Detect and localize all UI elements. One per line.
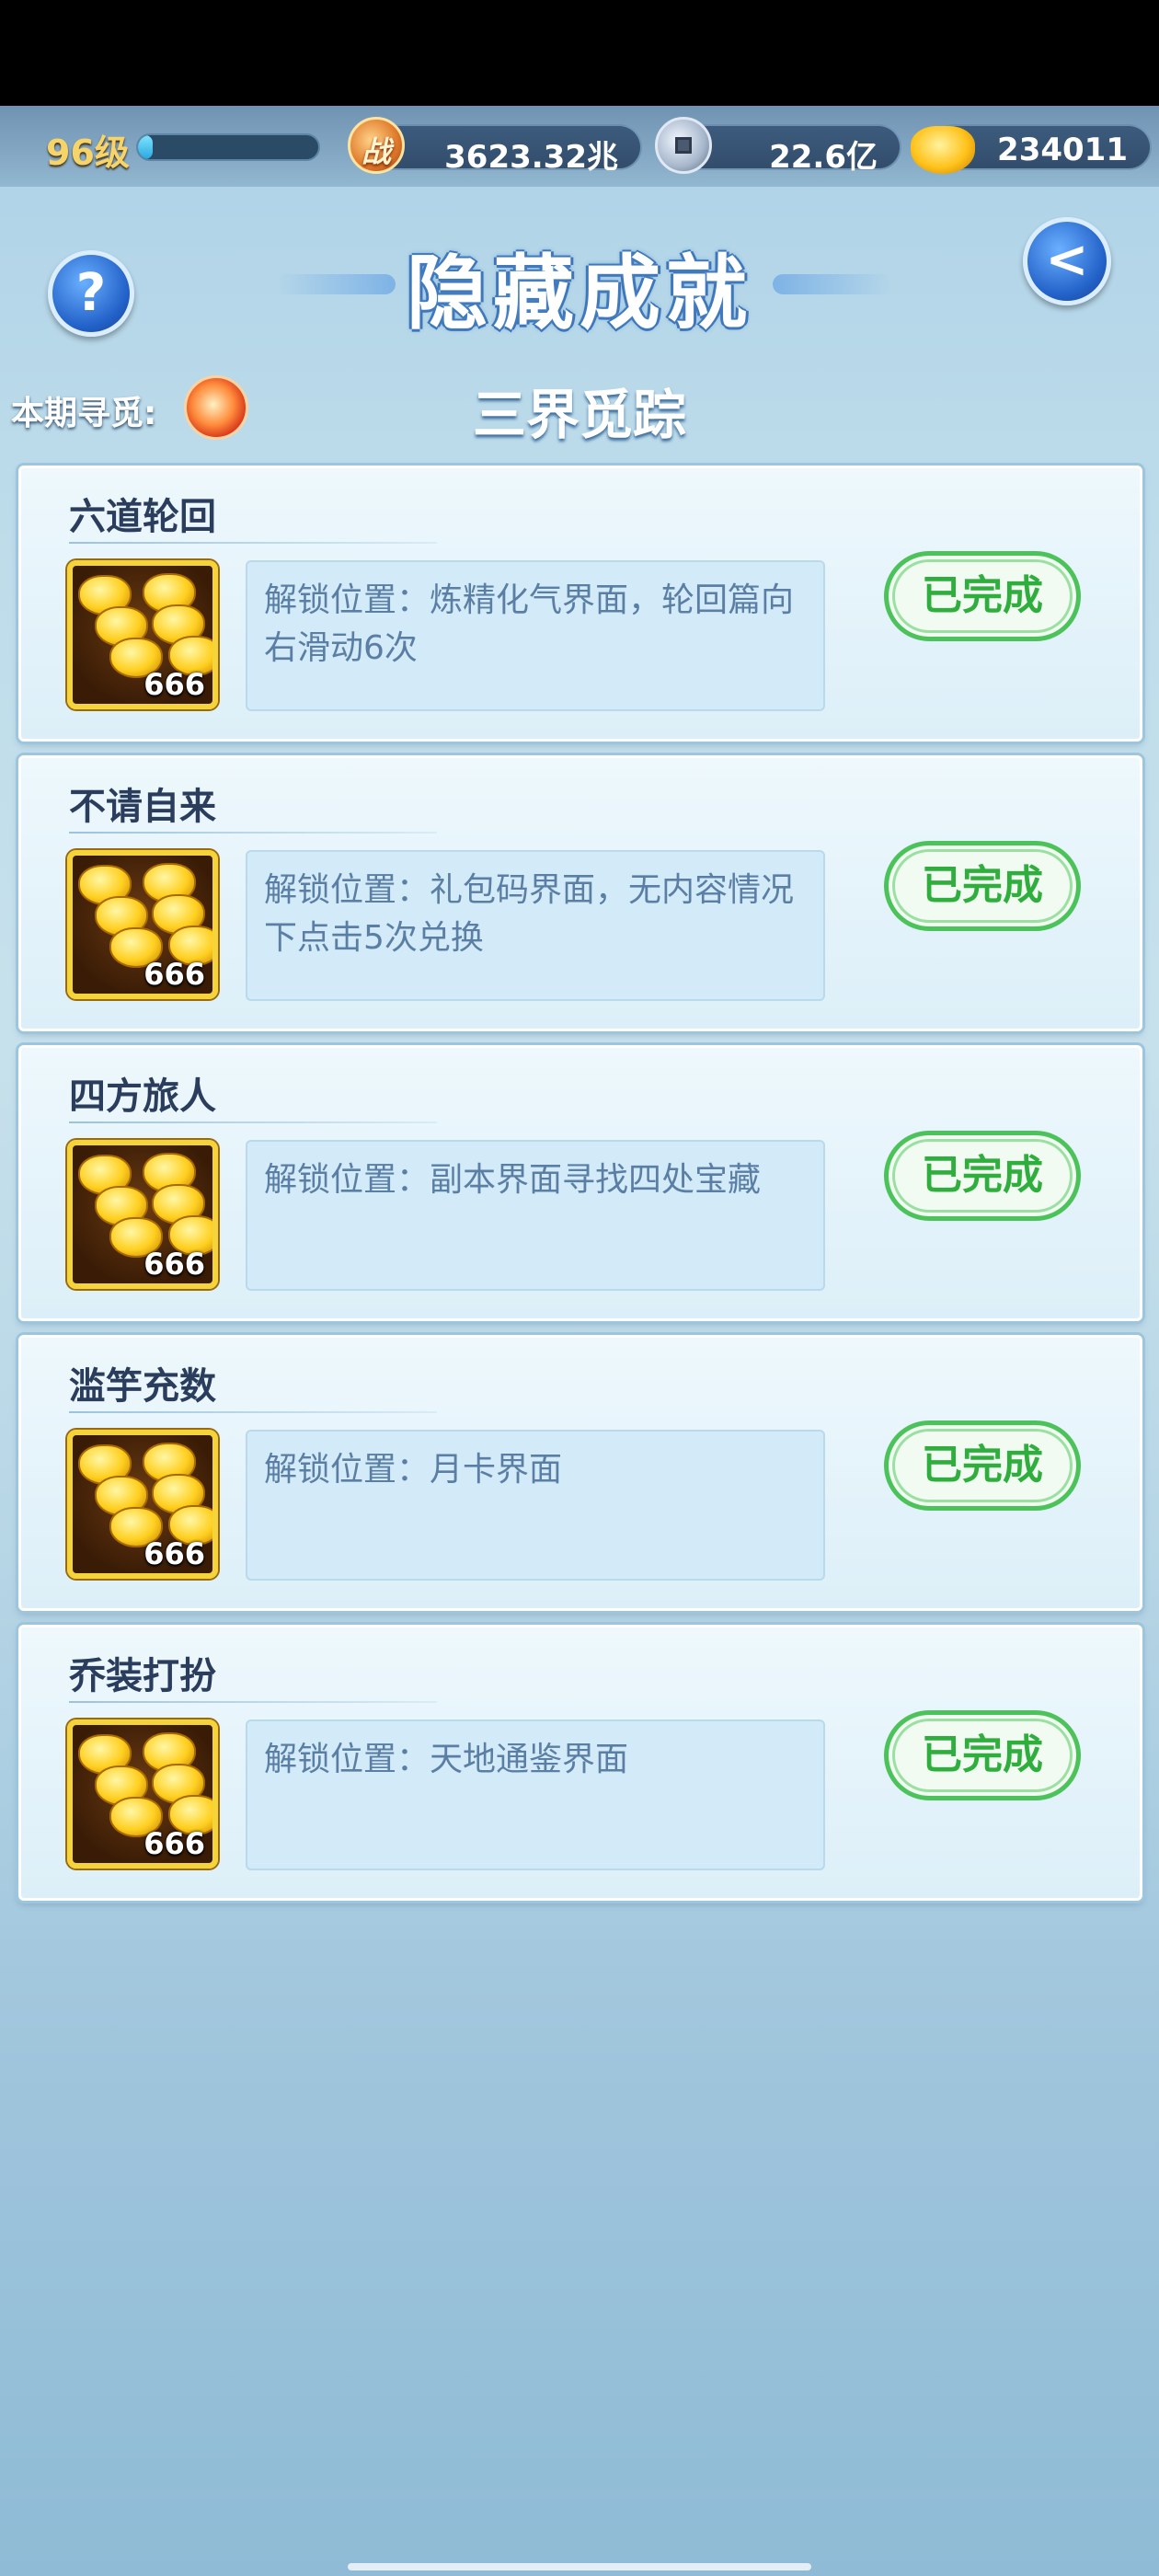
reward-item[interactable]: 666 [67, 850, 218, 999]
divider [69, 1701, 437, 1703]
achievement-card: 四方旅人 666 解锁位置：副本界面寻找四处宝藏 已完成 [18, 1045, 1142, 1321]
page-title: 隐藏成就 [406, 246, 752, 340]
xp-fill [138, 135, 153, 159]
reward-count: 666 [143, 957, 205, 992]
achievement-name: 滥竽充数 [69, 1365, 216, 1408]
reward-count: 666 [143, 1826, 205, 1861]
reward-item[interactable]: 666 [67, 1140, 218, 1289]
reward-item[interactable]: 666 [67, 560, 218, 709]
completed-button[interactable]: 已完成 [884, 1131, 1081, 1221]
achievement-name: 乔装打扮 [69, 1655, 216, 1697]
reward-item[interactable]: 666 [67, 1430, 218, 1579]
xp-bar [136, 133, 320, 161]
achievement-card: 六道轮回 666 解锁位置：炼精化气界面，轮回篇向右滑动6次 已完成 [18, 466, 1142, 742]
period-subtitle: 三界觅踪 [472, 384, 686, 446]
achievement-card: 不请自来 666 解锁位置：礼包码界面，无内容情况下点击5次兑换 已完成 [18, 755, 1142, 1031]
completed-button[interactable]: 已完成 [884, 551, 1081, 641]
gold-value: 234011 [997, 132, 1128, 168]
divider [69, 832, 437, 834]
copper-coin-icon [655, 117, 712, 174]
player-level: 96级 [46, 132, 130, 173]
reward-count: 666 [143, 1247, 205, 1282]
unlock-description: 解锁位置：副本界面寻找四处宝藏 [264, 1161, 762, 1199]
status-bar [0, 0, 1159, 106]
divider [69, 1411, 437, 1413]
achievement-card: 乔装打扮 666 解锁位置：天地通鉴界面 已完成 [18, 1625, 1142, 1901]
battle-power-icon-text: 战 [361, 134, 391, 169]
completed-label: 已完成 [922, 1442, 1043, 1489]
achievement-name: 六道轮回 [69, 496, 216, 538]
divider [69, 542, 437, 544]
completed-button[interactable]: 已完成 [884, 1420, 1081, 1511]
battle-power-icon: 战 [348, 117, 405, 174]
gold-ingot-icon [911, 126, 975, 174]
completed-label: 已完成 [922, 1731, 1043, 1778]
unlock-description: 解锁位置：月卡界面 [264, 1451, 563, 1489]
resource-bar: 96级 3623.32兆 战 22.6亿 234011 [0, 106, 1159, 187]
divider [69, 1121, 437, 1123]
reward-count: 666 [143, 1536, 205, 1571]
unlock-description: 解锁位置：天地通鉴界面 [264, 1741, 629, 1778]
reward-item[interactable]: 666 [67, 1719, 218, 1869]
completed-label: 已完成 [922, 572, 1043, 619]
unlock-description-box: 解锁位置：礼包码界面，无内容情况下点击5次兑换 [246, 850, 825, 1001]
completed-button[interactable]: 已完成 [884, 841, 1081, 931]
unlock-description-box: 解锁位置：天地通鉴界面 [246, 1719, 825, 1870]
unlock-description-box: 解锁位置：副本界面寻找四处宝藏 [246, 1140, 825, 1291]
unlock-description: 解锁位置：礼包码界面，无内容情况下点击5次兑换 [264, 871, 795, 957]
completed-label: 已完成 [922, 1152, 1043, 1199]
home-indicator[interactable] [348, 2563, 811, 2570]
unlock-description: 解锁位置：炼精化气界面，轮回篇向右滑动6次 [264, 581, 795, 667]
reward-count: 666 [143, 667, 205, 702]
achievement-card: 滥竽充数 666 解锁位置：月卡界面 已完成 [18, 1335, 1142, 1611]
unlock-description-box: 解锁位置：月卡界面 [246, 1430, 825, 1581]
achievement-name: 不请自来 [69, 786, 216, 828]
completed-button[interactable]: 已完成 [884, 1710, 1081, 1800]
unlock-description-box: 解锁位置：炼精化气界面，轮回篇向右滑动6次 [246, 560, 825, 711]
power-pill: 3623.32兆 [368, 124, 642, 176]
completed-label: 已完成 [922, 862, 1043, 909]
coin-value: 22.6亿 [769, 139, 878, 176]
power-value: 3623.32兆 [444, 139, 618, 176]
achievement-name: 四方旅人 [69, 1075, 216, 1118]
